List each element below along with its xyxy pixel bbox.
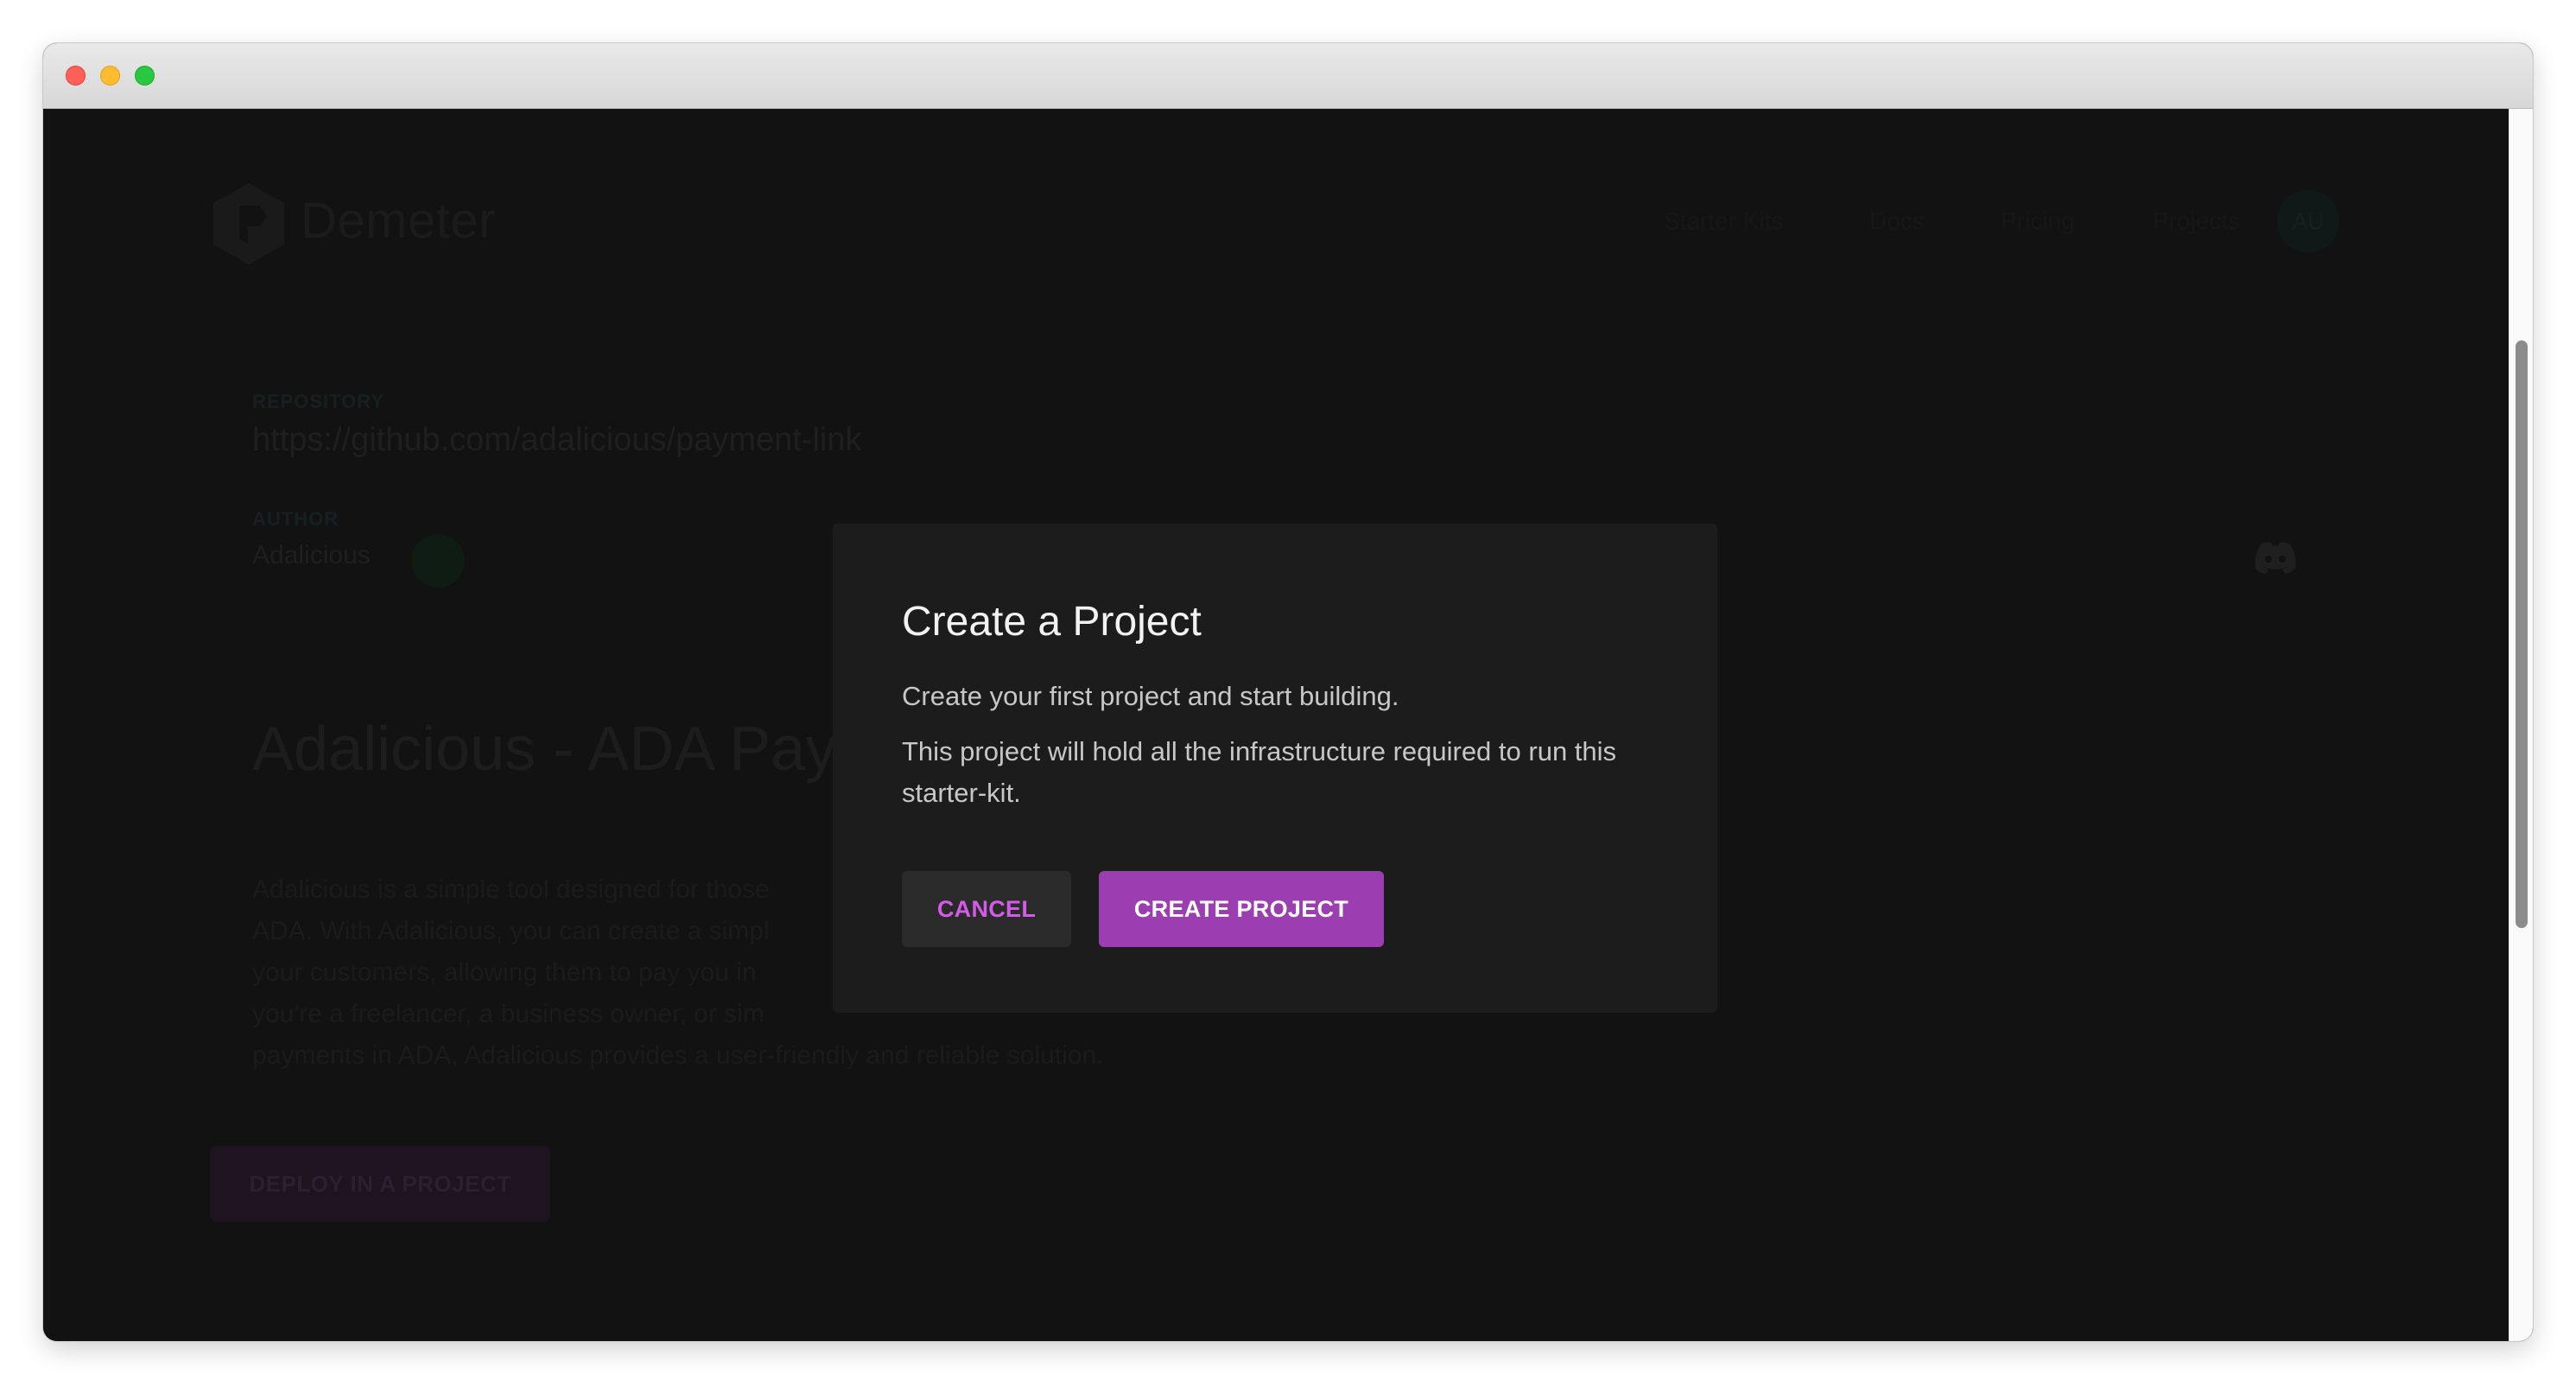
author-label: AUTHOR (252, 508, 339, 530)
dialog-text-primary: Create your first project and start buil… (902, 681, 1399, 711)
close-window-button[interactable] (66, 66, 86, 86)
author-avatar (411, 534, 465, 588)
brand-name[interactable]: Demeter (301, 192, 496, 250)
description-line: payments in ADA, Adalicious provides a u… (252, 1041, 1104, 1070)
dialog-text-secondary: This project will hold all the infrastru… (902, 736, 1617, 808)
minimize-window-button[interactable] (100, 66, 120, 86)
user-avatar[interactable]: AU (2277, 190, 2339, 252)
dialog-title: Create a Project (902, 599, 1202, 645)
scrollbar-thumb[interactable] (2516, 340, 2528, 928)
create-project-button[interactable]: CREATE PROJECT (1099, 871, 1384, 947)
page-viewport: Demeter Starter Kits Docs Pricing Projec… (43, 109, 2509, 1341)
vertical-scrollbar[interactable] (2509, 109, 2533, 1341)
maximize-window-button[interactable] (135, 66, 155, 86)
discord-icon[interactable] (2252, 539, 2299, 575)
starter-kit-title: Adalicious - ADA Pay (252, 715, 837, 784)
demeter-logo-icon (213, 183, 284, 264)
window-titlebar (43, 43, 2533, 109)
deploy-in-project-button[interactable]: DEPLOY IN A PROJECT (210, 1146, 550, 1222)
browser-window: Demeter Starter Kits Docs Pricing Projec… (43, 43, 2533, 1341)
nav-link-projects[interactable]: Projects (2153, 207, 2240, 235)
nav-link-starter-kits[interactable]: Starter Kits (1664, 207, 1783, 235)
cancel-button[interactable]: CANCEL (902, 871, 1071, 947)
repository-label: REPOSITORY (252, 391, 385, 412)
create-project-dialog: Create a Project Create your first proje… (833, 524, 1717, 1013)
author-name: Adalicious (252, 541, 371, 569)
nav-link-pricing[interactable]: Pricing (2001, 207, 2075, 235)
nav-link-docs[interactable]: Docs (1869, 207, 1925, 235)
repository-link[interactable]: https://github.com/adalicious/payment-li… (252, 422, 861, 459)
